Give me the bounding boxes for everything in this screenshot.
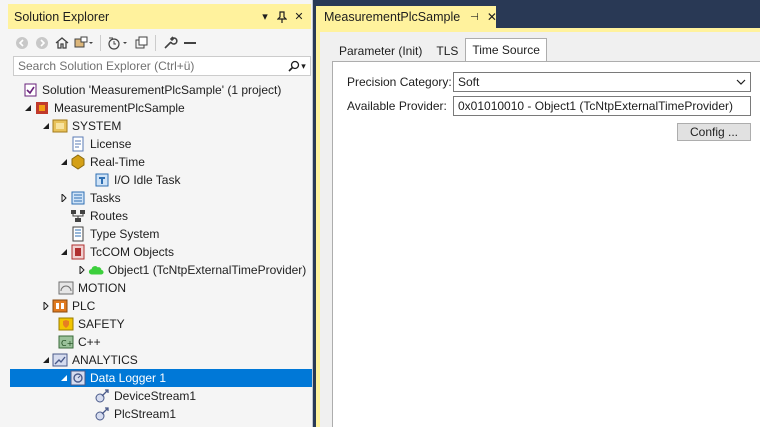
- collapse-all-icon[interactable]: [181, 33, 199, 53]
- safety-icon: [58, 316, 74, 332]
- home-icon[interactable]: [53, 33, 71, 53]
- task-icon: [94, 172, 110, 188]
- tab-tls[interactable]: TLS: [429, 40, 465, 61]
- svg-text:C+: C+: [61, 339, 73, 348]
- precision-category-label: Precision Category:: [347, 75, 452, 89]
- tree-item-system[interactable]: SYSTEM: [40, 117, 121, 135]
- collapsed-arrow-icon[interactable]: [58, 189, 70, 207]
- expanded-arrow-icon[interactable]: [58, 369, 70, 387]
- window-position-dropdown-icon[interactable]: ▾: [257, 9, 273, 25]
- toolbar-separator: [155, 35, 156, 51]
- pending-changes-filter-icon[interactable]: [106, 33, 130, 53]
- tree-item-solution[interactable]: Solution 'MeasurementPlcSample' (1 proje…: [10, 81, 281, 99]
- pin-icon[interactable]: ⊣: [470, 12, 479, 23]
- solution-explorer-search: ▾: [13, 56, 311, 76]
- expanded-arrow-icon[interactable]: [40, 351, 52, 369]
- close-tab-icon[interactable]: ✕: [487, 10, 497, 24]
- precision-category-select[interactable]: Soft: [453, 72, 751, 92]
- tab-parameter-init[interactable]: Parameter (Init): [332, 40, 429, 61]
- tree-item-tasks[interactable]: Tasks: [58, 189, 121, 207]
- config-button[interactable]: Config ...: [677, 123, 751, 141]
- analytics-icon: [52, 352, 68, 368]
- stream-icon: [94, 388, 110, 404]
- tree-item-safety[interactable]: SAFETY: [58, 315, 125, 333]
- routes-icon: [70, 208, 86, 224]
- properties-wrench-icon[interactable]: [161, 33, 179, 53]
- toolbar-separator: [100, 35, 101, 51]
- document-body: Parameter (Init) TLS Time Source Precisi…: [316, 28, 760, 427]
- collapsed-arrow-icon[interactable]: [76, 261, 88, 279]
- tab-time-source[interactable]: Time Source: [465, 38, 547, 61]
- tree-item-data-logger[interactable]: Data Logger 1: [10, 369, 312, 387]
- cpp-icon: C+: [58, 334, 74, 350]
- tree-item-project[interactable]: MeasurementPlcSample: [22, 99, 185, 117]
- solution-explorer-toolbar: [13, 31, 311, 55]
- close-icon[interactable]: ✕: [291, 9, 307, 25]
- tree-item-routes[interactable]: Routes: [70, 207, 128, 225]
- solution-explorer-titlebar: Solution Explorer ▾ ✕: [8, 4, 311, 29]
- twincat-project-icon: [34, 100, 50, 116]
- properties-editor: Parameter (Init) TLS Time Source Precisi…: [320, 32, 760, 427]
- tree-item-plc-stream[interactable]: PlcStream1: [94, 405, 176, 423]
- stream-icon: [94, 406, 110, 422]
- collapsed-arrow-icon[interactable]: [40, 297, 52, 315]
- tree-item-cpp[interactable]: C+ C++: [58, 333, 101, 351]
- real-time-icon: [70, 154, 86, 170]
- tree-item-type-system[interactable]: Type System: [70, 225, 159, 243]
- solution-explorer-panel: Solution Explorer ▾ ✕ Search Solution Ex…: [0, 0, 313, 427]
- available-provider-field[interactable]: 0x01010010 - Object1 (TcNtpExternalTimeP…: [453, 96, 751, 116]
- tree-item-real-time[interactable]: Real-Time: [58, 153, 145, 171]
- available-provider-label: Available Provider:: [347, 99, 447, 113]
- document-tab-title: MeasurementPlcSample: [324, 10, 461, 24]
- tccom-objects-icon: [70, 244, 86, 260]
- type-system-icon: [70, 226, 86, 242]
- object-cloud-icon: [88, 262, 104, 278]
- tree-item-io-idle-task[interactable]: I/O Idle Task: [94, 171, 180, 189]
- search-icon[interactable]: ▾: [284, 60, 310, 72]
- switch-views-icon[interactable]: [73, 33, 95, 53]
- system-icon: [52, 118, 68, 134]
- solution-icon: [22, 82, 38, 98]
- solution-explorer-title: Solution Explorer: [14, 9, 110, 24]
- search-input[interactable]: [18, 59, 284, 73]
- expanded-arrow-icon[interactable]: [40, 117, 52, 135]
- motion-icon: [58, 280, 74, 296]
- time-source-panel: Precision Category: Soft Available Provi…: [332, 61, 760, 427]
- license-icon: [70, 136, 86, 152]
- pin-icon[interactable]: [274, 9, 290, 25]
- forward-icon[interactable]: [33, 33, 51, 53]
- precision-category-value: Soft: [458, 75, 480, 89]
- expanded-arrow-icon[interactable]: [58, 153, 70, 171]
- plc-icon: [52, 298, 68, 314]
- expanded-arrow-icon[interactable]: [58, 243, 70, 261]
- tasks-icon: [70, 190, 86, 206]
- sync-with-active-document-icon[interactable]: [132, 33, 150, 53]
- expanded-arrow-icon[interactable]: [22, 99, 34, 117]
- tree-item-analytics[interactable]: ANALYTICS: [40, 351, 138, 369]
- property-tabs: Parameter (Init) TLS Time Source: [332, 38, 547, 61]
- document-area: MeasurementPlcSample ⊣ ✕ Parameter (Init…: [316, 0, 760, 427]
- document-tab[interactable]: MeasurementPlcSample ⊣ ✕: [316, 6, 497, 28]
- tree-item-tccom-objects[interactable]: TcCOM Objects: [58, 243, 174, 261]
- tree-item-device-stream[interactable]: DeviceStream1: [94, 387, 196, 405]
- back-icon[interactable]: [13, 33, 31, 53]
- chevron-down-icon: [732, 79, 750, 85]
- tree-item-motion[interactable]: MOTION: [58, 279, 126, 297]
- tree-item-object1[interactable]: Object1 (TcNtpExternalTimeProvider): [76, 261, 306, 279]
- data-logger-icon: [70, 370, 86, 386]
- tree-item-license[interactable]: License: [58, 135, 131, 153]
- available-provider-value: 0x01010010 - Object1 (TcNtpExternalTimeP…: [458, 99, 734, 113]
- tree-item-plc[interactable]: PLC: [40, 297, 95, 315]
